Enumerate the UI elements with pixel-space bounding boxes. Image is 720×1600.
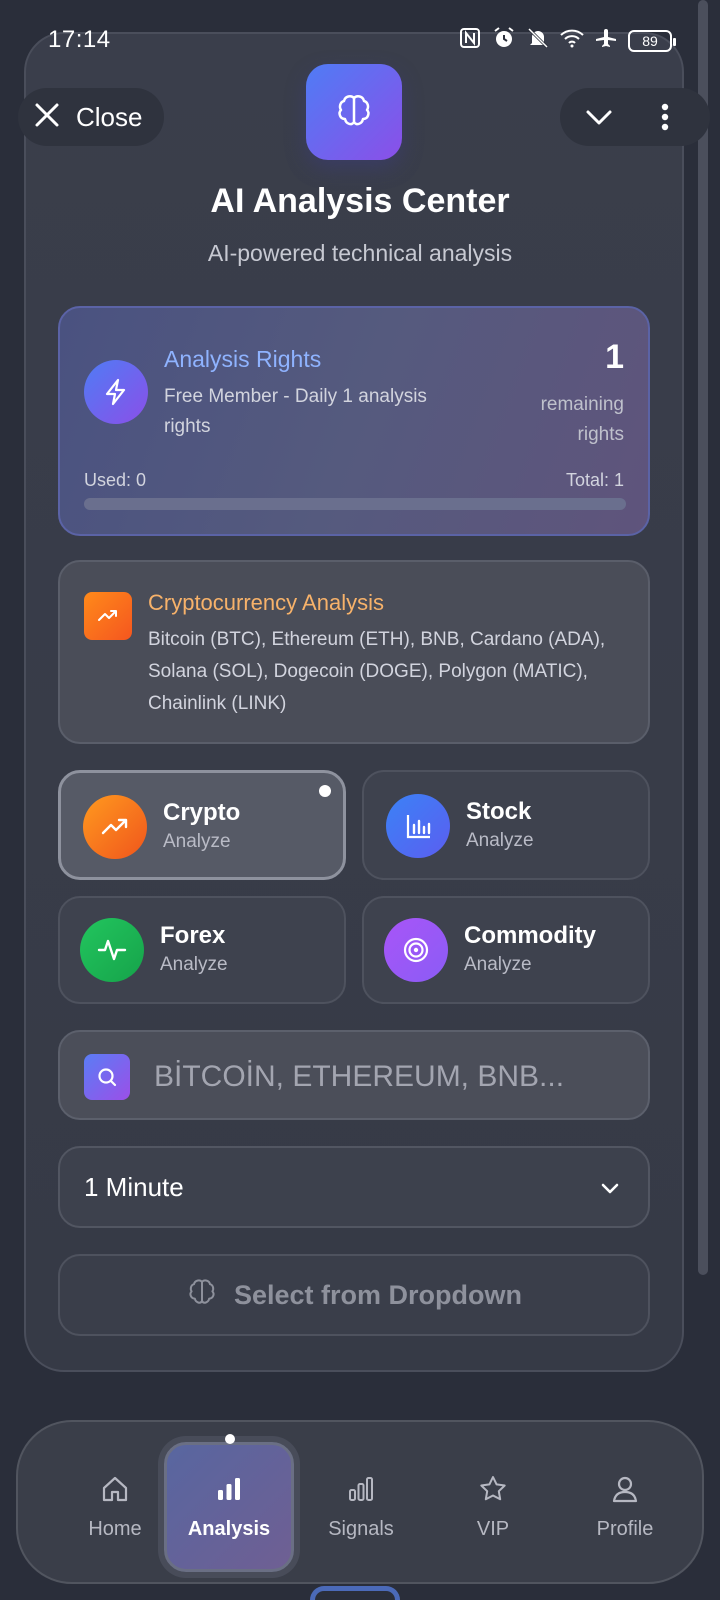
airplane-icon — [594, 26, 618, 55]
stock-category-icon — [386, 794, 450, 858]
total-label: Total: 1 — [565, 470, 624, 490]
star-icon — [480, 1475, 506, 1500]
rights-count: 1 — [605, 338, 624, 376]
analyze-button[interactable]: Select from Dropdown — [58, 1254, 650, 1336]
page-subtitle: AI-powered technical analysis — [207, 240, 513, 266]
crypto-category-icon — [83, 795, 147, 859]
close-icon — [32, 100, 62, 135]
category-name: Stock — [466, 798, 532, 825]
timeframe-select[interactable]: 1 Minute — [58, 1146, 650, 1228]
crypto-info-card: Cryptocurrency Analysis Bitcoin (BTC), E… — [58, 560, 650, 744]
category-sub: Analyze — [464, 954, 532, 975]
commodity-category-icon — [384, 918, 448, 982]
forex-category-icon — [80, 918, 144, 982]
page-title: AI Analysis Center — [210, 182, 510, 220]
category-tile-commodity[interactable]: Commodity Analyze — [362, 896, 650, 1004]
rights-description: Free Member - Daily 1 analysis rights — [164, 386, 427, 437]
nav-label: Analysis — [187, 1517, 271, 1540]
symbol-search-input[interactable] — [154, 1050, 634, 1104]
nav-item-profile[interactable]: Profile — [560, 1442, 690, 1572]
analysis-rights-card: Analysis Rights Free Member - Daily 1 an… — [58, 306, 650, 536]
nav-item-home[interactable]: Home — [50, 1442, 180, 1572]
close-label: Close — [76, 101, 143, 132]
category-name: Forex — [160, 922, 226, 949]
nfc-icon — [458, 26, 482, 55]
chevron-down-icon — [586, 110, 612, 125]
bar-chart-icon — [218, 1477, 240, 1500]
trending-up-icon — [98, 610, 117, 621]
rights-title: Analysis Rights — [164, 346, 322, 372]
status-icons: 89 — [458, 26, 676, 55]
signals-icon — [349, 1476, 373, 1501]
mute-icon — [526, 26, 550, 55]
rights-icon-circle — [84, 360, 148, 424]
lightning-icon — [105, 378, 126, 406]
category-sub: Analyze — [160, 954, 228, 975]
category-name: Commodity — [464, 922, 596, 949]
battery-indicator: 89 — [628, 29, 676, 52]
nav-item-analysis[interactable]: Analysis — [164, 1442, 294, 1572]
profile-icon — [612, 1476, 638, 1502]
brain-icon — [338, 95, 370, 126]
nav-label: Profile — [596, 1517, 654, 1540]
category-name: Crypto — [163, 799, 241, 826]
timeframe-value: 1 Minute — [84, 1172, 184, 1202]
alarm-icon — [492, 26, 516, 55]
floating-button-peek — [310, 1586, 400, 1600]
nav-label: Signals — [328, 1517, 394, 1540]
used-label: Used: 0 — [84, 470, 147, 490]
category-tile-forex[interactable]: Forex Analyze — [58, 896, 346, 1004]
category-sub: Analyze — [163, 831, 231, 852]
wifi-icon — [560, 26, 584, 55]
trending-up-icon — [101, 818, 128, 835]
activity-icon — [97, 939, 127, 961]
brain-icon — [186, 1277, 218, 1314]
rights-remaining-label: remaining rights — [540, 394, 624, 445]
collapse-button[interactable] — [584, 102, 614, 137]
home-icon — [102, 1476, 128, 1501]
search-icon — [98, 1068, 117, 1087]
category-tile-stock[interactable]: Stock Analyze — [362, 770, 650, 880]
close-button[interactable]: Close — [18, 88, 164, 146]
active-nav-indicator — [225, 1434, 235, 1444]
crypto-info-description: Bitcoin (BTC), Ethereum (ETH), BNB, Card… — [148, 629, 606, 714]
more-vertical-icon — [661, 103, 669, 131]
analyze-button-label: Select from Dropdown — [233, 1279, 523, 1310]
nav-item-vip[interactable]: VIP — [428, 1442, 558, 1572]
category-tile-crypto[interactable]: Crypto Analyze — [58, 770, 346, 880]
target-icon — [403, 937, 429, 963]
crypto-info-title: Cryptocurrency Analysis — [148, 590, 384, 615]
crypto-info-icon-tile — [84, 592, 132, 640]
rights-progress-bar — [84, 498, 626, 510]
more-menu-button[interactable] — [650, 102, 680, 137]
selected-indicator — [319, 785, 331, 797]
bar-chart-icon — [406, 815, 431, 839]
chevron-down-icon — [598, 1176, 622, 1205]
search-icon-tile — [84, 1054, 130, 1100]
bottom-navigation: Home Analysis Signals VIP Profile — [16, 1420, 704, 1584]
nav-label: VIP — [476, 1517, 510, 1540]
category-sub: Analyze — [466, 830, 534, 851]
status-time: 17:14 — [48, 26, 111, 53]
symbol-search-box[interactable] — [58, 1030, 650, 1120]
nav-label: Home — [88, 1517, 142, 1540]
nav-item-signals[interactable]: Signals — [296, 1442, 426, 1572]
status-bar: 17:14 89 — [0, 0, 720, 80]
sheet-actions — [560, 88, 710, 146]
